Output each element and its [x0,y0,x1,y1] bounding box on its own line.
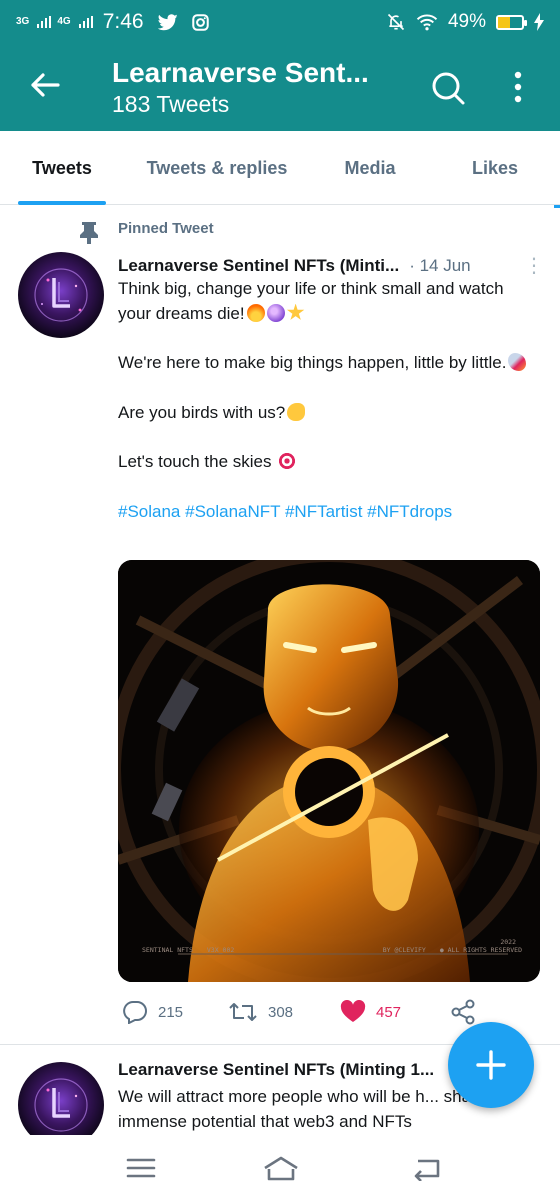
tweet-image[interactable]: SENTINAL NFTS V3X_002 BY @CLEVIFY ● ALL … [118,560,540,982]
wifi-icon [416,14,438,31]
share-button[interactable] [450,999,476,1025]
plus-icon [476,1050,506,1080]
tab-tweets-replies[interactable]: Tweets & replies [124,131,310,205]
compose-tweet-button[interactable] [448,1022,534,1108]
battery-percent: 49% [447,11,486,32]
mute-icon [387,13,405,31]
profile-header: Learnaverse Sent... 183 Tweets [0,44,560,131]
tweet-line-text: Let's touch the skies [118,452,272,471]
more-vertical-icon[interactable] [508,70,528,106]
image-caption-bar: SENTINAL NFTS V3X_002 BY @CLEVIFY ● ALL … [142,946,522,954]
tweet-line: Are you birds with us? [118,401,538,426]
signal-icon [78,16,93,28]
status-time: 7:46 [102,10,144,33]
hashtags-link[interactable]: #Solana #SolanaNFT #NFTartist #NFTdrops [118,500,538,525]
system-nav-bar [0,1135,560,1200]
share-icon [451,999,475,1025]
avatar[interactable] [18,252,104,338]
tab-likes[interactable]: Likes [430,131,560,205]
back-arrow-icon[interactable] [28,68,62,102]
like-count: 457 [376,1003,402,1021]
tweet-header: Learnaverse Sentinel NFTs (Minti... · 14… [118,253,544,278]
header-title-block: Learnaverse Sent... 183 Tweets [112,56,369,118]
star-emoji-icon [286,303,305,320]
tweet-line-text: Are you birds with us? [118,402,286,422]
page-title: Learnaverse Sent... [112,57,369,88]
charging-icon [534,13,544,31]
pinned-tweet-label: Pinned Tweet [118,220,214,237]
author-name[interactable]: Learnaverse Sentinel NFTs (Minting 1... [118,1060,458,1080]
crystal-ball-emoji-icon [266,303,285,322]
caption-rights: ● ALL RIGHTS RESERVED [439,946,522,954]
network-4g-label: 4G [57,16,71,27]
retweet-count: 308 [268,1003,294,1021]
tweet-date: · 14 Jun [409,255,471,275]
author-name[interactable]: Learnaverse Sentinel NFTs (Minti... [118,256,399,276]
like-button[interactable]: 457 [340,1000,401,1024]
signal-icon [37,16,52,28]
tweet-line-text: Think big, change your life or think sma… [118,279,504,323]
tab-tweets[interactable]: Tweets [0,131,124,205]
battery-icon [496,14,527,30]
status-left: 3G 4G 7:46 [16,10,209,34]
tweet-line: We're here to make big things happen, li… [118,351,538,376]
tweet-line: Think big, change your life or think sma… [118,277,538,326]
heart-icon [340,1000,366,1022]
home-icon[interactable] [262,1155,300,1181]
caption-code: V3X_002 [206,946,235,954]
tweet-count: 183 Tweets [112,91,230,117]
target-emoji-icon [278,452,297,470]
status-bar: 3G 4G 7:46 49% [0,0,560,44]
retweet-icon [229,1003,257,1021]
rocket-emoji-icon [508,353,527,371]
search-icon[interactable] [430,70,466,106]
pin-icon [80,222,98,244]
retweet-button[interactable]: 308 [228,1000,293,1024]
caption-collection: SENTINAL NFTS [142,946,193,954]
caption-author: BY @CLEVIFY [382,946,426,954]
recent-apps-icon[interactable] [124,1155,158,1181]
flexed-biceps-emoji-icon [287,402,306,421]
status-right: 49% [386,11,544,33]
twitter-icon [157,13,178,30]
reply-count: 215 [158,1003,184,1021]
scroll-indicator [554,205,560,208]
caption-year: 2022 [500,938,516,946]
tweet-text: Think big, change your life or think sma… [118,277,538,524]
tweet-line-text: We're here to make big things happen, li… [118,353,507,372]
back-nav-icon[interactable] [410,1155,444,1181]
fire-emoji-icon [246,303,265,322]
tab-media[interactable]: Media [310,131,430,205]
tweet-line: Let's touch the skies [118,450,538,475]
network-3g-label: 3G [16,16,30,27]
instagram-icon [191,13,209,31]
battery-level [498,16,510,28]
profile-tabs: Tweets Tweets & replies Media Likes [0,131,560,205]
reply-button[interactable]: 215 [122,1000,183,1024]
tweet-more-icon[interactable]: ⋮ [524,253,544,278]
reply-icon [123,1001,147,1024]
